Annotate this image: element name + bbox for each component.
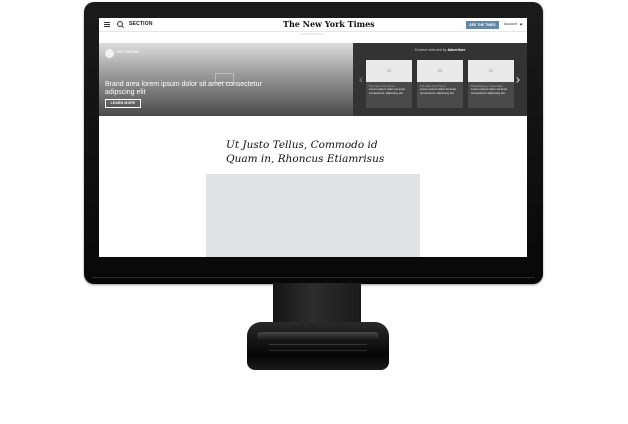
learn-more-button[interactable]: LEARN MORE xyxy=(105,99,141,108)
carousel-card[interactable]: Brand/Agency: Advertiser Lorem ipsum dol… xyxy=(468,60,514,108)
card-text: Lorem ipsum dolor sit amet consectetur a… xyxy=(471,87,508,95)
carousel-card[interactable]: The New York Times Lorem ipsum dolor sit… xyxy=(417,60,463,108)
advertiser-title-prefix: Content selected by xyxy=(414,48,447,52)
card-image xyxy=(417,60,463,82)
search-icon[interactable] xyxy=(117,21,123,27)
base-highlight xyxy=(257,332,379,340)
monitor-stand-base xyxy=(247,322,389,370)
brand-logo-text: THE COMPANY xyxy=(116,50,140,54)
advertiser-name: Advertiser xyxy=(447,48,466,52)
browser-screen: SECTION The New York Times SEE THE TIMES… xyxy=(99,18,527,257)
article-headline[interactable]: Ut Justo Tellus, Commodo id Quam in, Rho… xyxy=(226,138,406,166)
base-line xyxy=(269,344,367,345)
hamburger-menu-icon[interactable] xyxy=(104,22,110,27)
image-placeholder-icon xyxy=(489,69,493,72)
image-placeholder-icon xyxy=(387,69,391,72)
subscribe-button[interactable]: SEE THE TIMES xyxy=(466,21,499,29)
nav-divider xyxy=(301,33,323,35)
masthead-logo[interactable]: The New York Times xyxy=(283,19,375,29)
monitor-frame: SECTION The New York Times SEE THE TIMES… xyxy=(84,2,543,284)
brand-area: THE COMPANY Brand area lorem ipsum dolor… xyxy=(99,43,353,116)
account-menu[interactable]: Account xyxy=(504,22,517,26)
carousel-card[interactable]: The New York Times Lorem ipsum dolor sit… xyxy=(366,60,412,108)
base-line xyxy=(269,350,367,351)
advertiser-carousel: Content selected by Advertiser The New Y… xyxy=(353,43,527,116)
brand-headline: Brand area lorem ipsum dolor sit amet co… xyxy=(105,81,262,96)
carousel-prev-icon[interactable] xyxy=(359,77,365,83)
card-text: Lorem ipsum dolor sit amet consectetur a… xyxy=(369,87,406,95)
card-image xyxy=(366,60,412,82)
card-text: Lorem ipsum dolor sit amet consectetur a… xyxy=(420,87,457,95)
carousel-next-icon[interactable] xyxy=(514,77,520,83)
monitor-chin xyxy=(92,277,535,278)
top-nav-bar: SECTION The New York Times SEE THE TIMES… xyxy=(99,18,527,32)
brand-logo-icon xyxy=(105,49,114,58)
article-image[interactable] xyxy=(206,174,420,257)
chevron-down-icon[interactable] xyxy=(519,22,523,26)
section-link[interactable]: SECTION xyxy=(129,21,153,27)
advertiser-title: Content selected by Advertiser xyxy=(353,48,527,52)
card-image xyxy=(468,60,514,82)
image-placeholder-icon xyxy=(438,69,442,72)
